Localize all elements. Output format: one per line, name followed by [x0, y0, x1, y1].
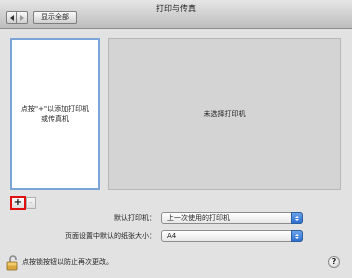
chevron-right-icon [20, 14, 24, 21]
lock-icon[interactable] [6, 254, 19, 271]
default-printer-popup[interactable]: 上一次使用的打印机 [161, 212, 303, 224]
back-button[interactable] [6, 11, 17, 24]
lock-hint-text: 点按锁按钮以防止再次更改。 [22, 258, 113, 266]
print-fax-preferences-window: 打印与传真 显示全部 点按"+"以添加打印机 或传真机 未选择打印机 + - 默… [0, 0, 352, 278]
popup-arrows-icon [291, 230, 303, 242]
paper-size-popup[interactable]: A4 [161, 230, 303, 242]
paper-size-value: A4 [167, 232, 177, 240]
no-printer-selected-label: 未选择打印机 [203, 110, 246, 118]
chevron-left-icon [9, 14, 14, 21]
printer-detail-panel: 未选择打印机 [108, 38, 341, 190]
help-button[interactable]: ? [328, 256, 340, 268]
forward-button[interactable] [17, 11, 28, 24]
popup-arrows-icon [291, 212, 303, 224]
remove-printer-button[interactable]: - [26, 197, 36, 209]
navigation-buttons [6, 11, 28, 24]
printer-list-hint-line1: 点按"+"以添加打印机 [20, 105, 90, 113]
printer-list-hint-line2: 或传真机 [41, 115, 69, 123]
default-paper-size-label: 页面设置中默认的纸张大小： [65, 232, 156, 240]
show-all-button[interactable]: 显示全部 [33, 11, 77, 24]
default-printer-label: 默认打印机： [114, 214, 156, 222]
title-bar: 打印与传真 显示全部 [0, 0, 352, 29]
printer-list[interactable]: 点按"+"以添加打印机 或传真机 [10, 38, 100, 190]
add-printer-button[interactable]: + [10, 196, 26, 210]
default-printer-value: 上一次使用的打印机 [167, 214, 230, 222]
printer-list-hint: 点按"+"以添加打印机 或传真机 [16, 104, 94, 124]
